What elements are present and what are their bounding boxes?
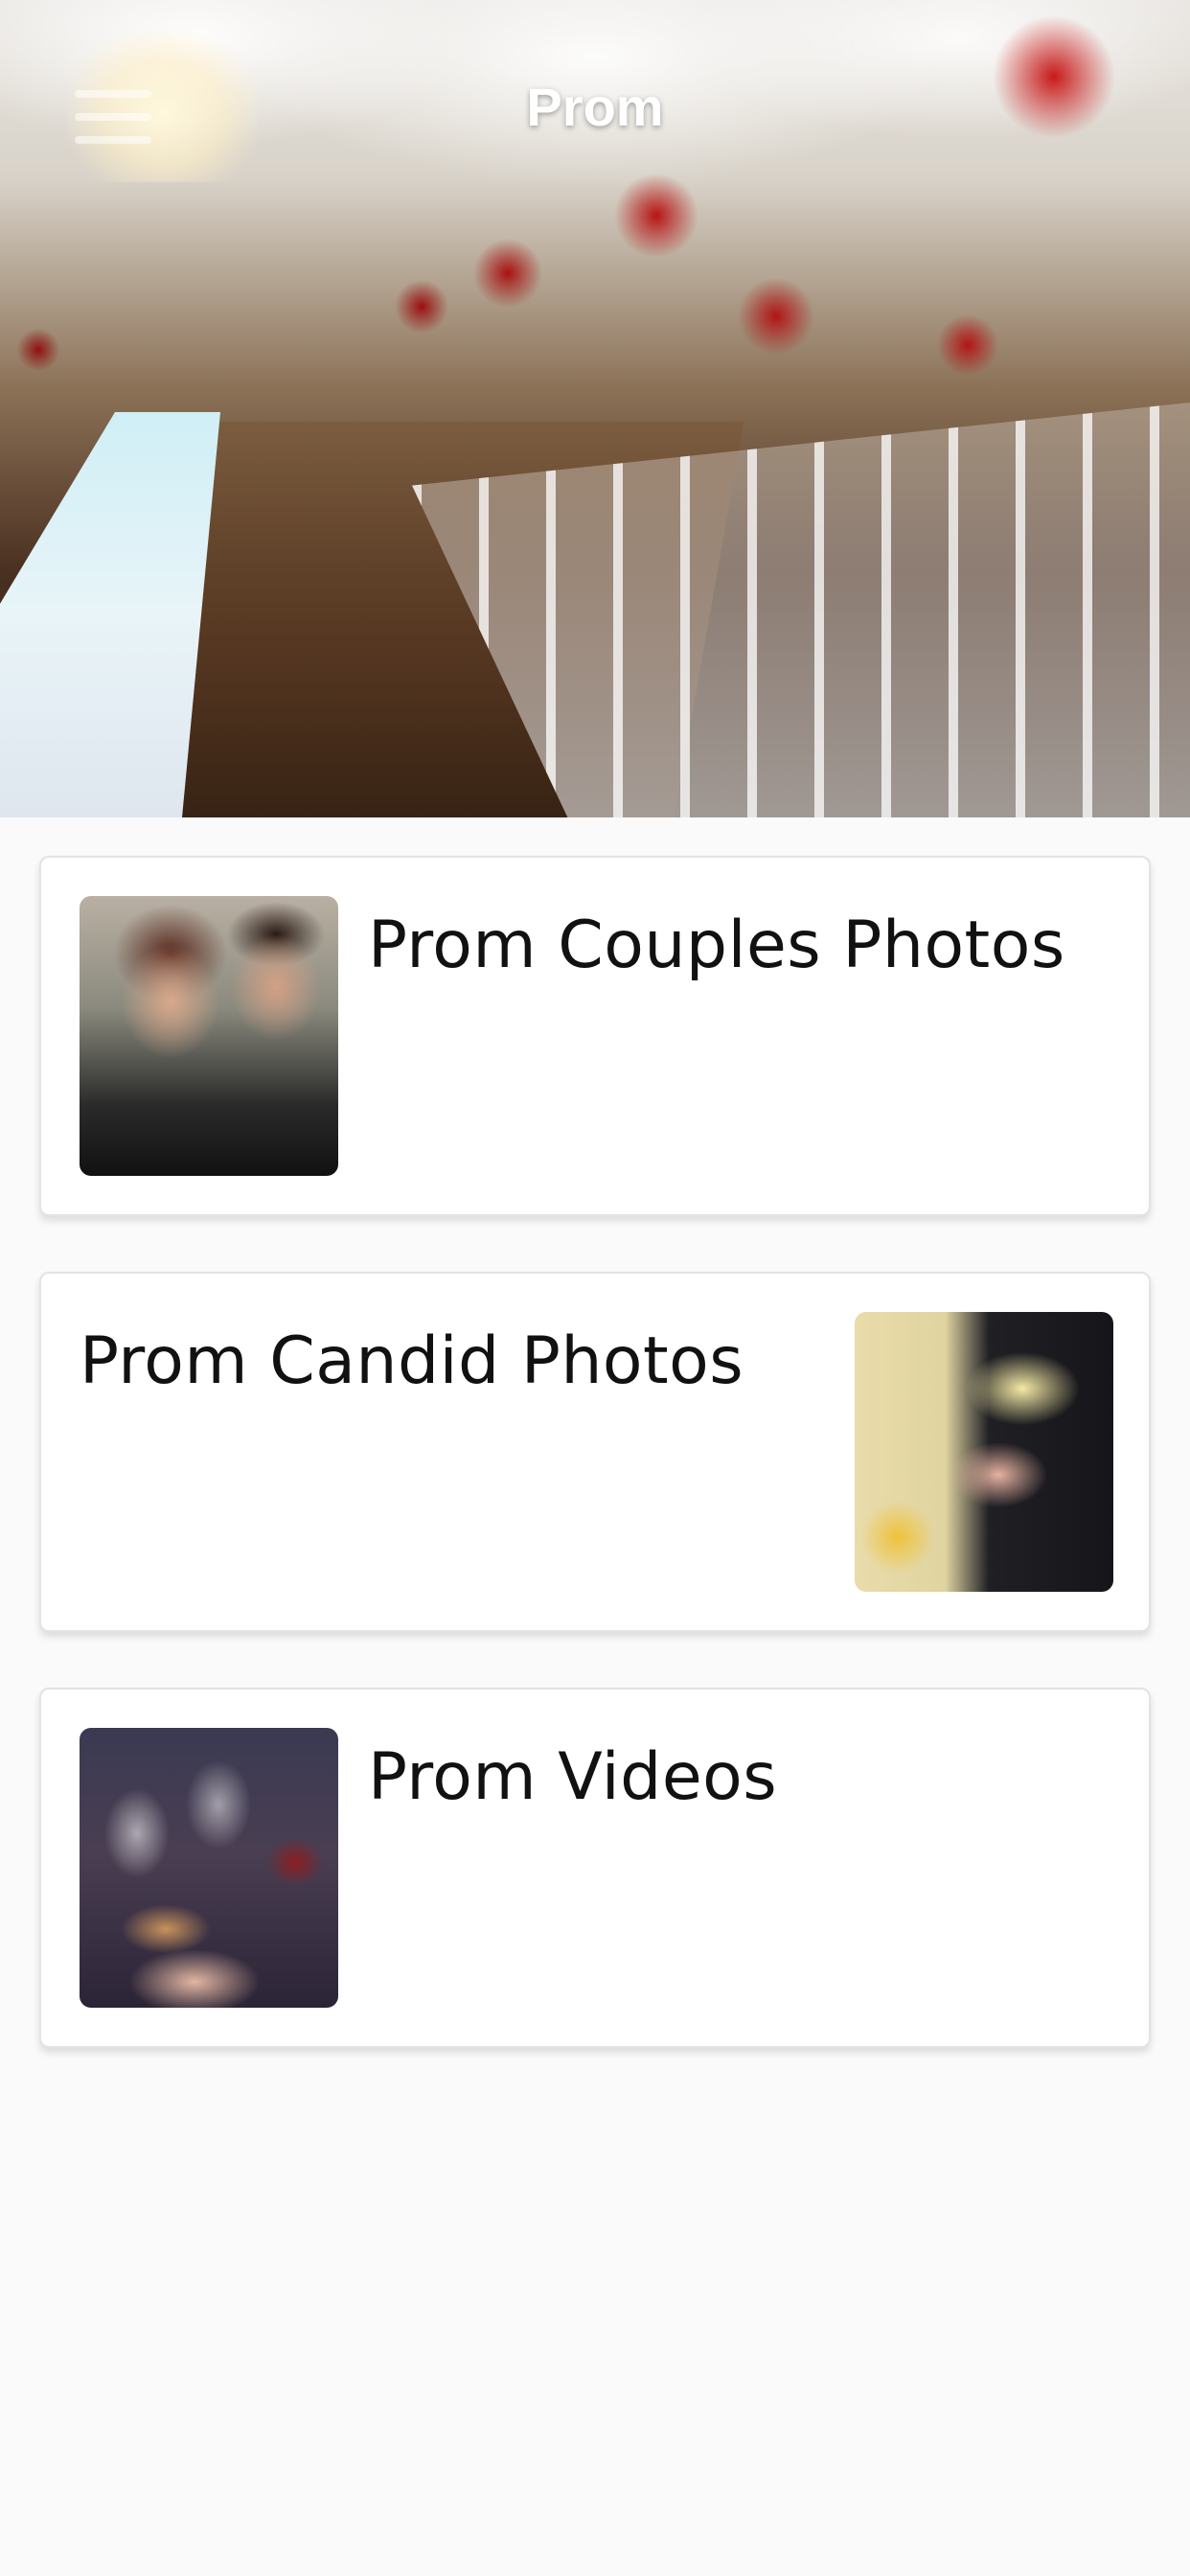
card-prom-videos[interactable]: Prom Videos <box>39 1688 1151 2048</box>
card-title: Prom Couples Photos <box>368 908 1065 983</box>
header-banner: Prom <box>0 0 1190 817</box>
toast-glasses-thumbnail <box>80 1728 338 2008</box>
card-prom-couples-photos[interactable]: Prom Couples Photos <box>39 856 1151 1216</box>
card-prom-candid-photos[interactable]: Prom Candid Photos <box>39 1272 1151 1632</box>
page-title: Prom <box>526 77 664 137</box>
card-title: Prom Candid Photos <box>80 1323 744 1399</box>
couple-photo-thumbnail <box>80 896 338 1176</box>
candid-hands-thumbnail <box>855 1312 1113 1592</box>
card-title: Prom Videos <box>368 1739 778 1815</box>
